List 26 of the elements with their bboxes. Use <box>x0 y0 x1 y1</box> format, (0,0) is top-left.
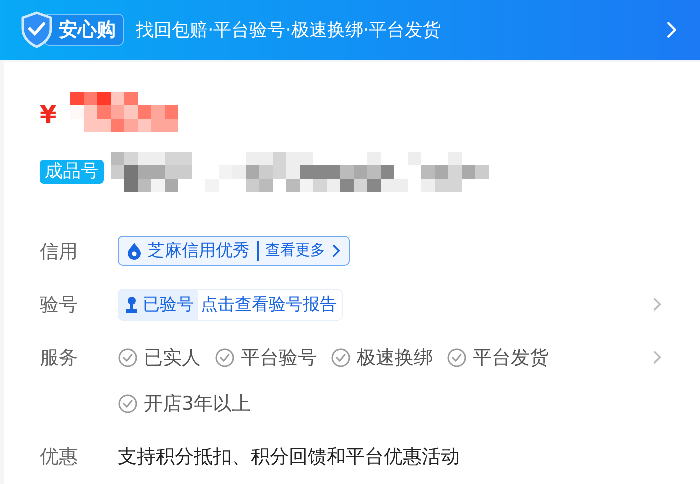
currency-symbol: ¥ <box>40 103 57 127</box>
row-label: 信用 <box>40 240 79 264</box>
person-icon <box>125 296 139 314</box>
chevron-right-icon <box>332 244 340 258</box>
discount-text: 支持积分抵扣、积分回馈和平台优惠活动 <box>118 444 460 470</box>
slogan-text: 找回包赔·平台验号·极速换绑·平台发货 <box>136 19 442 42</box>
verified-badge: 已验号 <box>119 290 198 320</box>
service-item: 已实人 <box>144 346 201 370</box>
check-circle-icon <box>118 394 138 414</box>
check-circle-icon <box>447 348 467 368</box>
see-more-link[interactable]: 查看更多 <box>266 241 326 260</box>
row-label: 优惠 <box>40 444 79 470</box>
service-item: 平台验号 <box>241 346 317 370</box>
check-circle-icon <box>215 348 235 368</box>
shield-check-icon <box>20 11 54 49</box>
row-label: 服务 <box>40 346 79 370</box>
service-item: 极速换绑 <box>357 346 433 370</box>
service-item: 平台发货 <box>473 346 549 370</box>
row-label: 验号 <box>40 292 79 318</box>
credit-badge[interactable]: 芝麻信用优秀 查看更多 <box>118 236 350 266</box>
product-tag: 成品号 <box>40 160 104 184</box>
chevron-right-icon <box>666 21 678 39</box>
check-circle-icon <box>118 348 138 368</box>
credit-value: 芝麻信用优秀 <box>148 240 250 262</box>
check-circle-icon <box>331 348 351 368</box>
service-item: 开店3年以上 <box>144 392 252 416</box>
